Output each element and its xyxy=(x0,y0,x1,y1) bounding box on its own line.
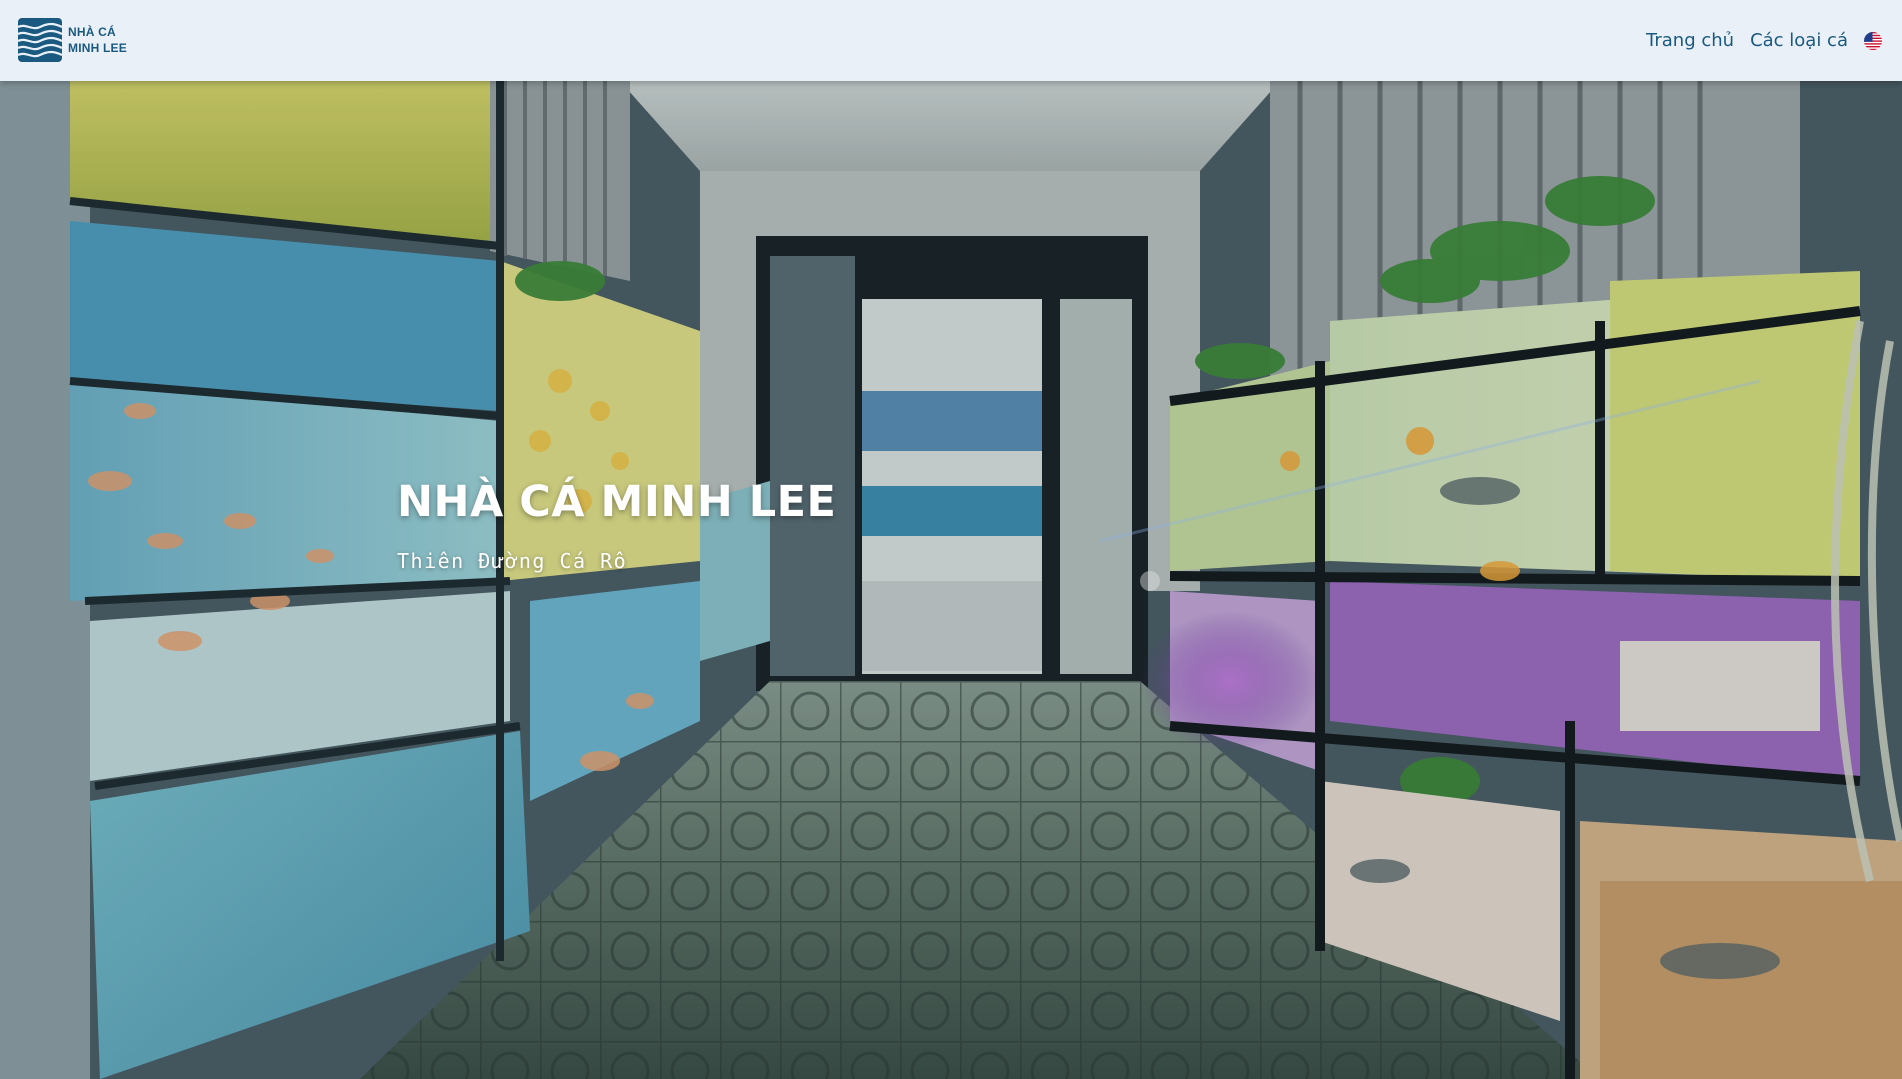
logo-line-2: MINH LEE xyxy=(68,41,127,55)
wave-logo-icon xyxy=(18,18,62,62)
hero-title: NHÀ CÁ MINH LEE xyxy=(397,477,837,527)
main-nav: Trang chủ Các loại cá xyxy=(1630,0,1882,81)
hero-background-image xyxy=(0,81,1902,1079)
logo-text: NHÀ CÁ MINH LEE xyxy=(68,24,127,56)
hero-text-block: NHÀ CÁ MINH LEE Thiên Đường Cá Rô xyxy=(397,477,836,573)
logo-line-1: NHÀ CÁ xyxy=(68,25,116,39)
nav-home-link[interactable]: Trang chủ xyxy=(1646,30,1734,51)
hero-subtitle: Thiên Đường Cá Rô xyxy=(397,549,628,573)
us-flag-icon[interactable] xyxy=(1864,31,1882,50)
page: NHÀ CÁ MINH LEE Trang chủ Các loại cá NH… xyxy=(0,0,1902,1079)
hero-section: NHÀ CÁ MINH LEE Thiên Đường Cá Rô xyxy=(0,81,1902,1079)
nav-fish-types-link[interactable]: Các loại cá xyxy=(1750,30,1848,51)
site-header: NHÀ CÁ MINH LEE Trang chủ Các loại cá xyxy=(0,0,1902,81)
logo-link[interactable]: NHÀ CÁ MINH LEE xyxy=(18,18,127,62)
